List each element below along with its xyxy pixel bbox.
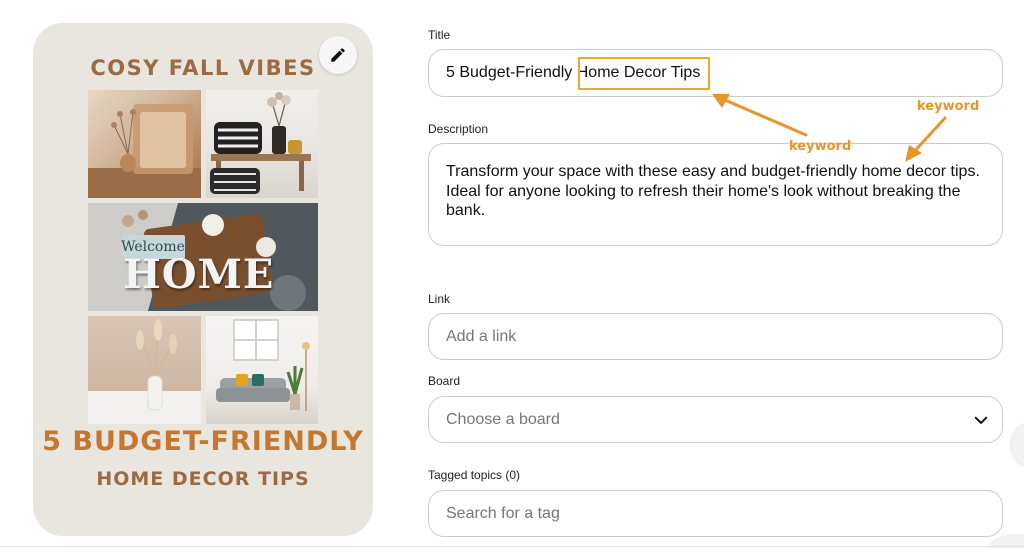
side-floating-button[interactable] xyxy=(1012,425,1024,465)
pin-bottom-title: 5 BUDGET-FRIENDLY xyxy=(42,426,364,457)
link-label: Link xyxy=(428,292,451,306)
pin-photo-sofa-room xyxy=(206,316,318,424)
description-textarea[interactable]: Transform your space with these easy and… xyxy=(428,143,1003,246)
keyword-annotation-2: keyword xyxy=(789,139,852,154)
pin-header-text: COSY FALL VIBES xyxy=(90,56,316,80)
pin-photo-bench-pillows xyxy=(206,90,318,198)
tagged-topics-label: Tagged topics (0) xyxy=(428,468,521,482)
tag-search-input[interactable]: Search for a tag xyxy=(428,490,1003,537)
bottom-divider xyxy=(0,546,1024,547)
title-label: Title xyxy=(428,28,451,42)
description-label: Description xyxy=(428,122,489,136)
board-select[interactable]: Choose a board xyxy=(428,396,1003,443)
title-value-prefix: 5 Budget-Friendly xyxy=(446,64,577,81)
pin-photo-dried-flowers xyxy=(88,90,201,198)
pin-bottom-subtitle: HOME DECOR TIPS xyxy=(96,468,310,490)
home-sign: HOME xyxy=(123,251,275,298)
keyword-annotation-1: keyword xyxy=(917,99,980,114)
pin-photo-pampas-vase xyxy=(88,316,201,424)
link-input[interactable]: Add a link xyxy=(428,313,1003,360)
title-input[interactable]: 5 Budget-Friendly Home Decor Tips xyxy=(428,49,1003,97)
chevron-down-icon xyxy=(974,416,988,424)
board-select-placeholder: Choose a board xyxy=(446,410,560,428)
keyword-highlight-box xyxy=(578,57,710,90)
board-label: Board xyxy=(428,374,461,388)
pin-preview-card: COSY FALL VIBES Welcome HOME 5 BUDGET-FR… xyxy=(33,23,373,536)
